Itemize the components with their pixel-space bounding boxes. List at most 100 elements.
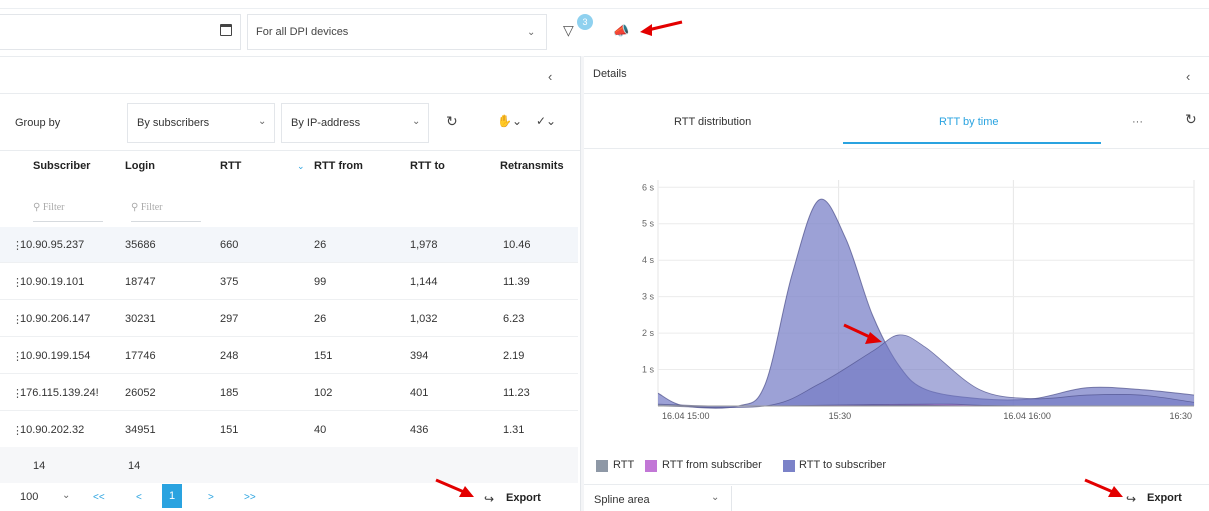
cell-login: 30231 — [125, 313, 156, 325]
filter-placeholder: Filter — [42, 202, 65, 213]
left-panel-header — [0, 56, 580, 94]
more-tabs-icon[interactable]: ··· — [1132, 116, 1143, 128]
series-area-3 — [658, 334, 1194, 408]
cell-retransmits: 10.46 — [503, 239, 531, 251]
collapse-right-icon[interactable]: ‹ — [1186, 69, 1190, 84]
table-row[interactable]: ⋮ 176.115.139.24! 26052 185 102 401 11.2… — [0, 375, 578, 411]
y-tick-label: 5 s — [642, 219, 655, 229]
cell-subscriber: 10.90.199.154 — [20, 350, 91, 362]
megaphone-icon[interactable]: 📣 — [613, 23, 629, 39]
y-tick-label: 4 s — [642, 255, 655, 265]
filter-icon[interactable]: ▽ — [563, 22, 574, 39]
cell-retransmits: 6.23 — [503, 313, 525, 325]
next-page-button[interactable]: > — [208, 492, 214, 503]
legend-swatch-rtt[interactable] — [596, 460, 608, 472]
rtt-by-time-chart: 1 s 2 s 3 s 4 s 5 s 6 s 16.04 15:00 15:30 16.04 … — [642, 180, 1195, 421]
cell-rtt-from: 26 — [314, 313, 327, 325]
cell-rtt: 660 — [220, 239, 239, 251]
column-header-subscriber[interactable]: Subscriber — [33, 160, 90, 172]
tab-rtt-by-time[interactable]: RTT by time — [939, 116, 999, 128]
table-row[interactable]: ⋮ 10.90.202.32 34951 151 40 436 1.31 — [0, 412, 578, 448]
red-arrow-annotation — [435, 478, 474, 497]
hand-pointer-icon[interactable]: ✋⌄ — [497, 114, 522, 128]
login-filter-input[interactable]: ⚲ Filter — [131, 196, 201, 222]
x-tick-label: 15:30 — [829, 411, 852, 421]
column-header-retransmits[interactable]: Retransmits — [500, 160, 564, 172]
y-tick-label: 3 s — [642, 292, 655, 302]
cell-rtt-to: 1,032 — [410, 313, 438, 325]
group-by-ip-select[interactable]: By IP-address ⌄ — [281, 103, 429, 143]
export-icon: ↪ — [1126, 492, 1137, 506]
brush-icon[interactable]: ✓⌄ — [536, 114, 556, 128]
chevron-down-icon: ⌄ — [62, 490, 71, 501]
cell-rtt-from: 151 — [314, 350, 333, 362]
table-row[interactable]: ⋮ 10.90.19.101 18747 375 99 1,144 11.39 — [0, 264, 578, 300]
column-header-login[interactable]: Login — [125, 160, 155, 172]
cell-subscriber: 10.90.95.237 — [20, 239, 85, 251]
sort-desc-icon[interactable]: ⌄ — [297, 161, 305, 172]
filter-count-badge: 3 — [577, 14, 593, 30]
active-tab-indicator — [843, 142, 1101, 144]
cell-rtt-from: 102 — [314, 387, 333, 399]
table-row[interactable]: ⋮ 10.90.95.237 35686 660 26 1,978 10.46 — [0, 227, 578, 263]
x-tick-label: 16:30 — [1169, 411, 1192, 421]
filter-placeholder: Filter — [140, 202, 163, 213]
cell-retransmits: 1.31 — [503, 424, 525, 436]
subscriber-filter-input[interactable]: ⚲ Filter — [33, 196, 103, 222]
red-arrow-annotation — [640, 20, 683, 36]
cell-rtt: 375 — [220, 276, 239, 288]
group-by-subscribers-select[interactable]: By subscribers ⌄ — [127, 103, 275, 143]
table-footer-totals: 14 14 — [0, 447, 578, 483]
group-by-row: Group by By subscribers ⌄ By IP-address … — [0, 95, 580, 151]
left-export-button[interactable]: Export — [506, 492, 541, 504]
column-header-rtt-from[interactable]: RTT from — [314, 160, 363, 172]
first-page-button[interactable]: << — [93, 492, 105, 503]
cell-rtt-from: 26 — [314, 239, 327, 251]
page-size-select[interactable]: 100 — [20, 491, 38, 503]
dpi-device-select-value: For all DPI devices — [256, 26, 349, 38]
cell-login: 34951 — [125, 424, 156, 436]
export-icon: ↪ — [484, 492, 495, 506]
footer-login-count: 14 — [128, 460, 141, 472]
legend-label-rtt-from-subscriber[interactable]: RTT from subscriber — [662, 459, 762, 471]
group-select-value: By subscribers — [137, 117, 210, 129]
cell-subscriber: 10.90.19.101 — [20, 276, 85, 288]
prev-page-button[interactable]: < — [136, 492, 142, 503]
collapse-left-icon[interactable]: ‹ — [548, 69, 552, 84]
search-icon: ⚲ — [33, 202, 41, 213]
cell-rtt-to: 401 — [410, 387, 429, 399]
cell-rtt-to: 1,978 — [410, 239, 438, 251]
cell-rtt-to: 394 — [410, 350, 429, 362]
cell-rtt-from: 40 — [314, 424, 327, 436]
current-page-button[interactable]: 1 — [162, 484, 182, 508]
details-title: Details — [593, 68, 627, 80]
cell-retransmits: 11.23 — [503, 387, 530, 399]
chevron-down-icon: ⌄ — [711, 492, 720, 503]
chart-type-select[interactable]: Spline area ⌄ — [586, 486, 732, 511]
legend-swatch-rtt-to-subscriber[interactable] — [783, 460, 795, 472]
table-row[interactable]: ⋮ 10.90.206.147 30231 297 26 1,032 6.23 — [0, 301, 578, 337]
refresh-icon[interactable]: ↻ — [1185, 111, 1197, 128]
cell-rtt: 297 — [220, 313, 239, 325]
y-tick-label: 6 s — [642, 182, 655, 192]
calendar-icon[interactable] — [220, 24, 232, 36]
cell-rtt: 185 — [220, 387, 239, 399]
chevron-down-icon: ⌄ — [412, 116, 421, 127]
legend-label-rtt[interactable]: RTT — [613, 459, 634, 471]
chart-type-value: Spline area — [594, 494, 650, 506]
cell-subscriber: 176.115.139.24! — [20, 387, 99, 399]
column-header-rtt[interactable]: RTT — [220, 160, 241, 172]
y-tick-label: 2 s — [642, 328, 655, 338]
legend-label-rtt-to-subscriber[interactable]: RTT to subscriber — [799, 459, 886, 471]
legend-swatch-rtt-from-subscriber[interactable] — [645, 460, 657, 472]
refresh-icon[interactable]: ↻ — [446, 113, 458, 130]
search-icon: ⚲ — [131, 202, 139, 213]
cell-rtt-to: 436 — [410, 424, 429, 436]
date-range-input[interactable] — [0, 14, 241, 50]
column-header-rtt-to[interactable]: RTT to — [410, 160, 445, 172]
right-export-button[interactable]: Export — [1147, 492, 1182, 504]
last-page-button[interactable]: >> — [244, 492, 256, 503]
tab-rtt-distribution[interactable]: RTT distribution — [674, 116, 751, 128]
x-tick-label: 16.04 15:00 — [662, 411, 710, 421]
table-row[interactable]: ⋮ 10.90.199.154 17746 248 151 394 2.19 — [0, 338, 578, 374]
